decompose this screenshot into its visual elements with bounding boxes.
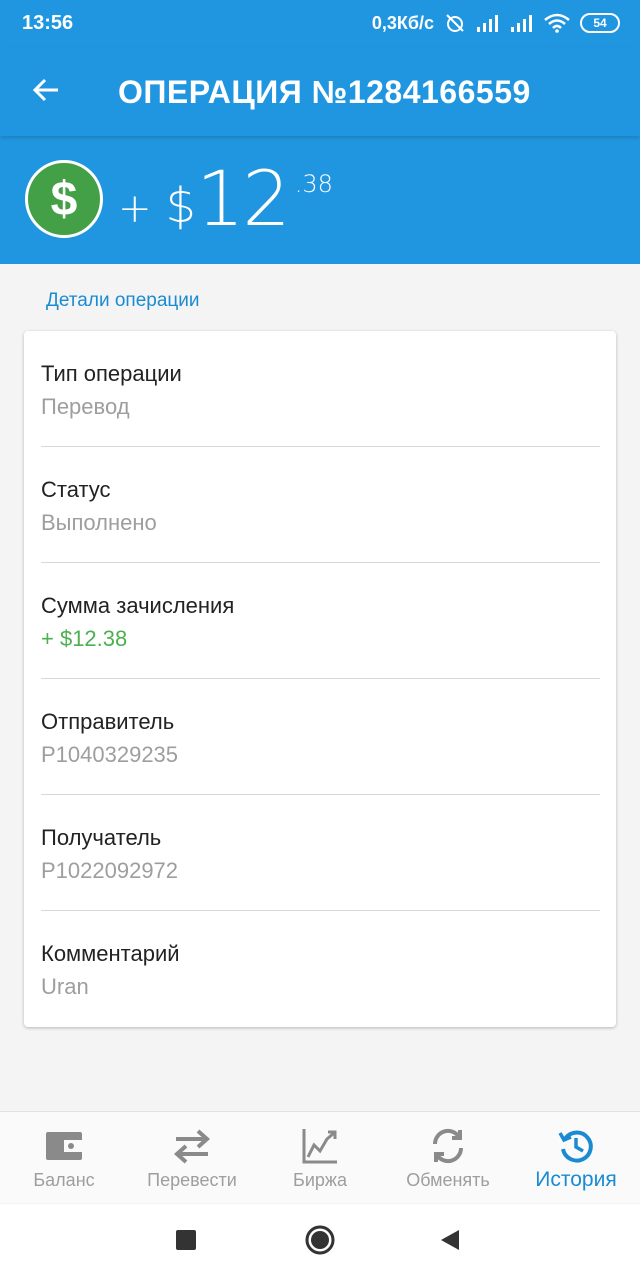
amount-fraction: .38 [294,170,333,198]
circle-icon [304,1224,336,1261]
bottom-nav: Баланс Перевести Биржа Обменять История [0,1111,640,1203]
detail-row-status: Статус Выполнено [41,447,600,563]
detail-value: Uran [41,974,89,999]
detail-row-amount: Сумма зачисления + $12.38 [41,563,600,679]
triangle-back-icon [439,1228,461,1257]
alarm-off-icon [444,12,466,34]
status-time: 13:56 [22,12,74,34]
nav-exchange[interactable]: Обменять [384,1112,512,1204]
detail-value: P1022092972 [41,858,179,883]
detail-value: Перевод [41,394,130,419]
status-bar: 13:56 0,3Кб/с 54 [0,0,640,48]
amount-display: + $ 12 .38 [118,156,333,242]
home-button[interactable] [304,1224,336,1261]
detail-label: Получатель [41,825,162,850]
detail-label: Сумма зачисления [41,593,235,618]
recent-apps-button[interactable] [170,1226,202,1258]
detail-row-recipient: Получатель P1022092972 [41,795,600,911]
status-icons: 0,3Кб/с 54 [372,12,620,34]
square-icon [175,1229,197,1256]
details-card: Тип операции Перевод Статус Выполнено Су… [24,331,616,1027]
nav-label: История [535,1168,617,1191]
detail-row-sender: Отправитель P1040329235 [41,679,600,795]
arrow-left-icon [31,75,61,110]
detail-row-type: Тип операции Перевод [41,331,600,447]
detail-value: P1040329235 [41,742,179,767]
nav-label: Биржа [293,1170,347,1190]
detail-label: Тип операции [41,361,182,386]
network-speed: 0,3Кб/с [371,12,434,33]
system-nav-bar [0,1204,640,1280]
coin-symbol: $ [50,172,78,226]
amount-currency: $ [165,178,197,234]
page-title: ОПЕРАЦИЯ №1284166559 [118,74,531,110]
detail-label: Отправитель [41,709,175,734]
nav-label: Перевести [147,1170,237,1190]
refresh-icon [428,1126,468,1166]
app-bar: ОПЕРАЦИЯ №1284166559 [0,48,640,136]
nav-balance[interactable]: Баланс [0,1112,128,1204]
amount-sign: + [118,186,152,232]
nav-label: Обменять [406,1170,490,1190]
wifi-icon [544,13,570,33]
nav-exchange-market[interactable]: Биржа [256,1112,384,1204]
chart-icon [300,1126,340,1166]
section-title: Детали операции [46,290,200,311]
nav-history[interactable]: История [512,1112,640,1204]
transfer-arrows-icon [172,1126,212,1166]
battery-indicator: 54 [580,13,620,33]
detail-label: Комментарий [41,941,180,966]
back-nav-button[interactable] [434,1226,466,1258]
signal-icon-2 [510,14,534,32]
detail-label: Статус [41,477,111,502]
history-icon [556,1126,596,1166]
nav-label: Баланс [33,1170,95,1190]
detail-row-comment: Комментарий Uran [41,911,600,1027]
nav-transfer[interactable]: Перевести [128,1112,256,1204]
dollar-coin-icon: $ [25,160,103,238]
detail-value: + $12.38 [41,626,128,651]
back-button[interactable] [24,70,68,114]
signal-icon [476,14,500,32]
wallet-icon [44,1126,84,1166]
amount-integer: 12 [196,154,291,243]
detail-value: Выполнено [41,510,157,535]
amount-header: $ + $ 12 .38 [0,136,640,264]
